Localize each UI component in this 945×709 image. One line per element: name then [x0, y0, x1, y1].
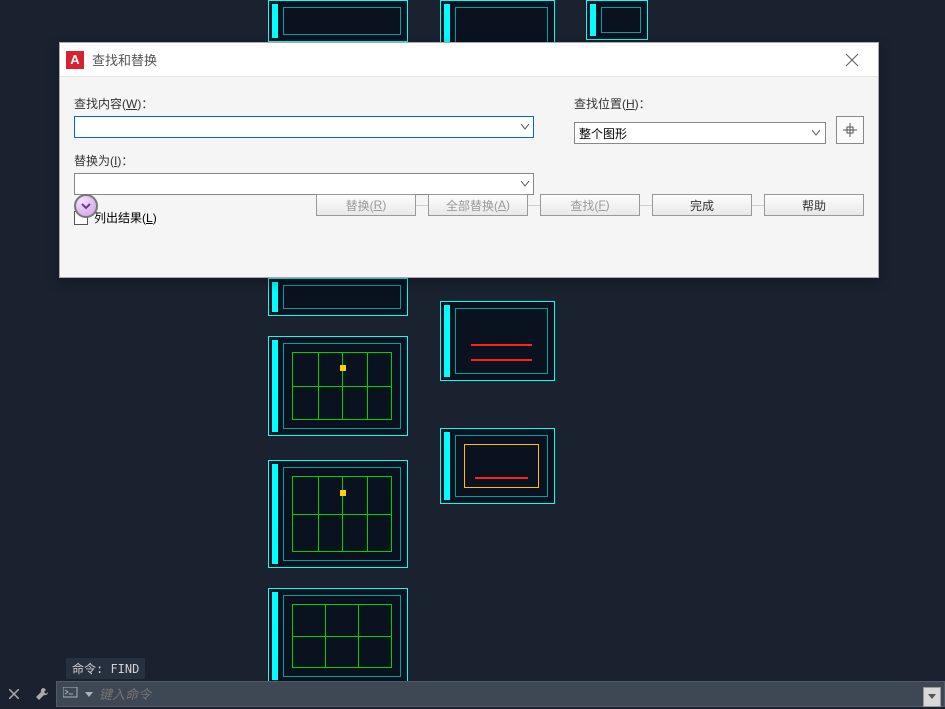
drawing-sheet: [268, 278, 408, 316]
chevron-down-icon[interactable]: [515, 117, 533, 137]
find-next-button[interactable]: 查找(F): [540, 194, 640, 216]
drawing-sheet: [268, 588, 408, 684]
pick-objects-button[interactable]: [836, 116, 864, 144]
scroll-down-button[interactable]: [923, 687, 941, 707]
command-input-wrap[interactable]: [56, 681, 945, 707]
crosshair-icon: [843, 123, 857, 137]
command-customize-button[interactable]: [28, 679, 56, 709]
command-input[interactable]: [99, 687, 938, 702]
command-prompt-icon: [63, 687, 79, 702]
find-label: 查找内容(W)：: [74, 95, 534, 112]
location-select[interactable]: 整个图形: [574, 122, 826, 144]
close-icon: [845, 53, 859, 67]
replace-input[interactable]: [75, 174, 515, 194]
find-input-combo[interactable]: [74, 116, 534, 138]
drawing-sheet: [268, 0, 408, 42]
chevron-down-icon[interactable]: [515, 174, 533, 194]
drawing-sheet: [268, 336, 408, 436]
wrench-icon: [35, 687, 49, 701]
close-button[interactable]: [832, 46, 872, 74]
chevron-down-icon[interactable]: [85, 687, 93, 701]
drawing-sheet: [268, 460, 408, 568]
dialog-titlebar[interactable]: A 查找和替换: [60, 43, 878, 77]
command-history: 命令: FIND: [66, 658, 145, 679]
drawing-sheet: [440, 301, 555, 381]
drawing-sheet: [440, 428, 555, 504]
replace-all-button[interactable]: 全部替换(A): [428, 194, 528, 216]
close-icon: [9, 689, 19, 699]
chevron-down-icon: [807, 123, 825, 143]
drawing-sheet: [586, 0, 648, 40]
replace-label: 替换为(I)：: [74, 152, 534, 169]
location-value: 整个图形: [579, 125, 627, 142]
app-icon: A: [66, 51, 84, 69]
help-button[interactable]: 帮助: [764, 194, 864, 216]
done-button[interactable]: 完成: [652, 194, 752, 216]
expand-options-button[interactable]: [74, 194, 98, 218]
chevron-down-icon: [928, 694, 936, 700]
replace-button[interactable]: 替换(R): [316, 194, 416, 216]
replace-input-combo[interactable]: [74, 173, 534, 195]
find-input[interactable]: [75, 117, 515, 137]
chevron-down-icon: [80, 200, 92, 212]
find-replace-dialog: A 查找和替换 查找内容(W)： 替换为(I)：: [59, 42, 879, 278]
command-bar: [0, 679, 945, 709]
dialog-title: 查找和替换: [92, 50, 832, 69]
command-close-button[interactable]: [0, 679, 28, 709]
location-label: 查找位置(H)：: [574, 95, 864, 112]
